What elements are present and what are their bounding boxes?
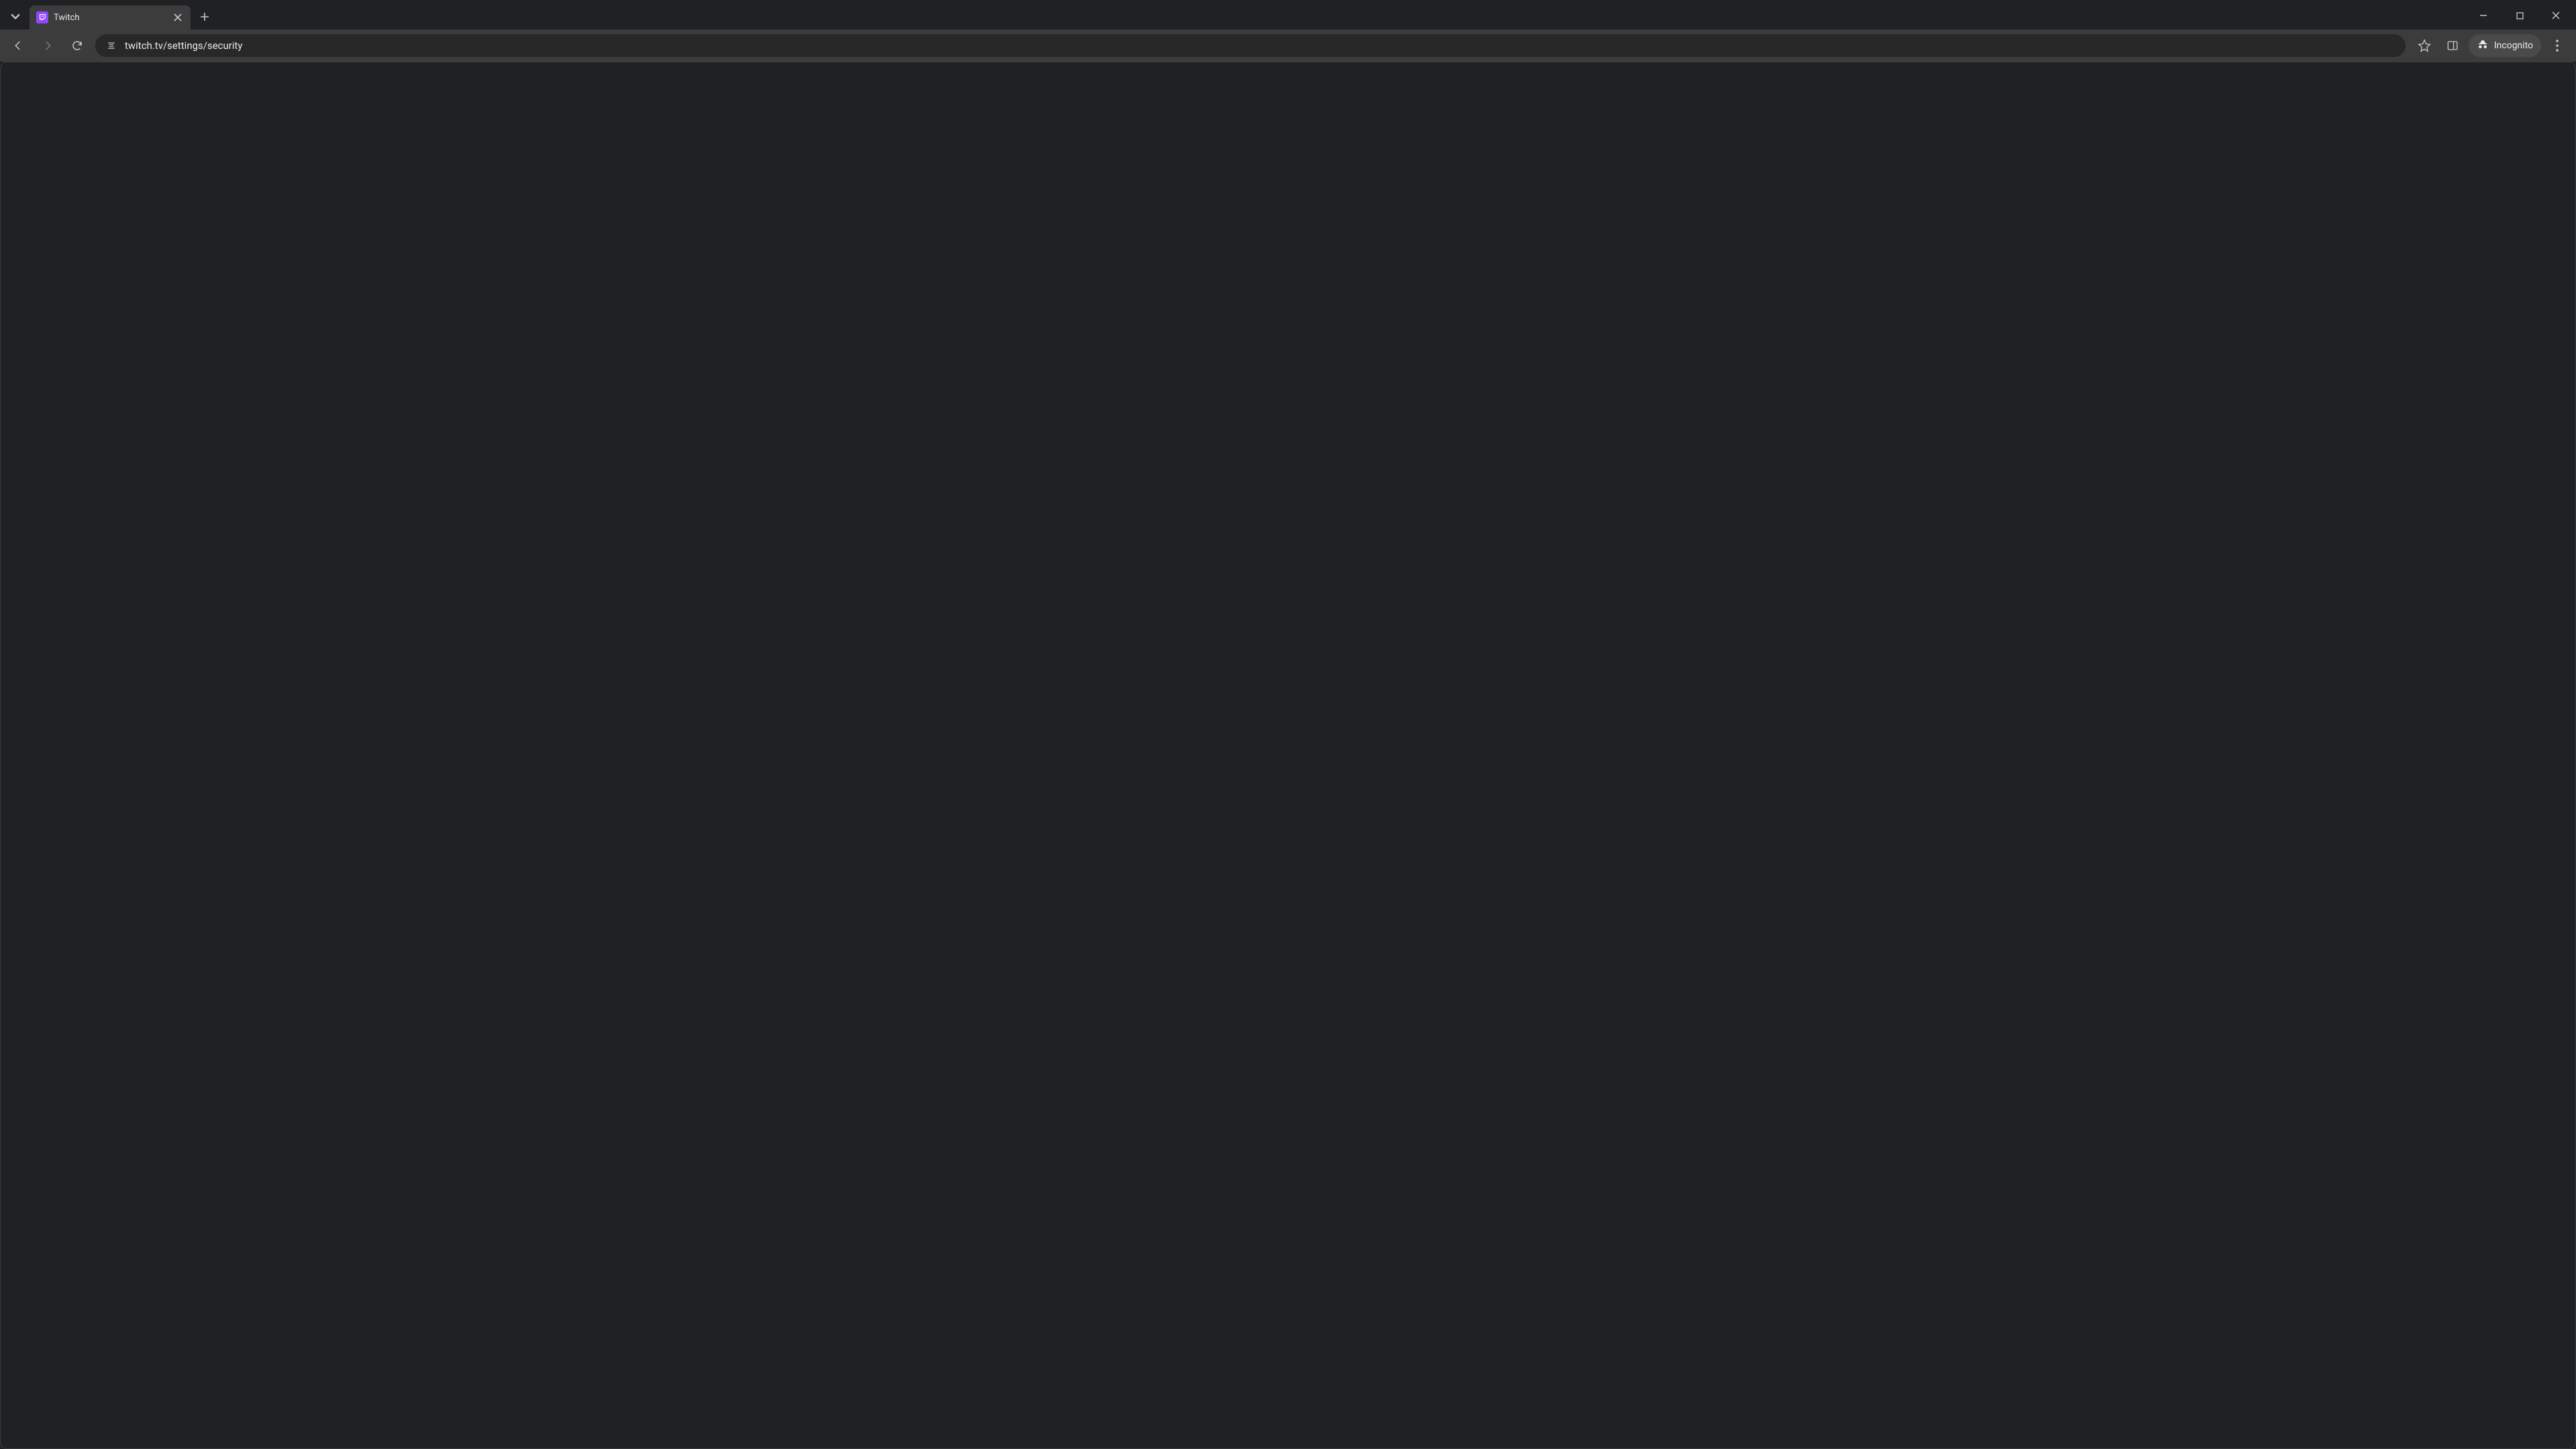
url-field[interactable]: twitch.tv/settings/security (95, 34, 2406, 57)
window-controls (2469, 5, 2571, 25)
incognito-icon (2477, 38, 2489, 53)
new-tab-button[interactable] (195, 7, 215, 27)
twitch-favicon (36, 11, 48, 23)
tab-close-icon[interactable] (172, 11, 184, 23)
incognito-indicator[interactable]: Incognito (2469, 34, 2541, 57)
url-text: twitch.tv/settings/security (125, 40, 243, 52)
site-info-icon[interactable] (105, 39, 118, 52)
window-close[interactable] (2541, 5, 2571, 25)
tab-search-dropdown[interactable] (5, 7, 25, 27)
side-panel-icon[interactable] (2440, 34, 2465, 57)
address-bar: twitch.tv/settings/security Incognito (0, 30, 2576, 62)
tab-title: Twitch (54, 13, 166, 23)
incognito-label: Incognito (2494, 40, 2533, 51)
nav-reload[interactable] (66, 34, 89, 57)
browser-tab[interactable]: Twitch (30, 5, 191, 30)
nav-forward[interactable] (36, 34, 59, 57)
browser-menu-icon[interactable] (2545, 34, 2569, 57)
bookmark-star-icon[interactable] (2412, 34, 2436, 57)
window-minimize[interactable] (2469, 5, 2498, 25)
tab-strip: Twitch (0, 0, 2576, 30)
window-maximize[interactable] (2505, 5, 2534, 25)
nav-back[interactable] (7, 34, 30, 57)
